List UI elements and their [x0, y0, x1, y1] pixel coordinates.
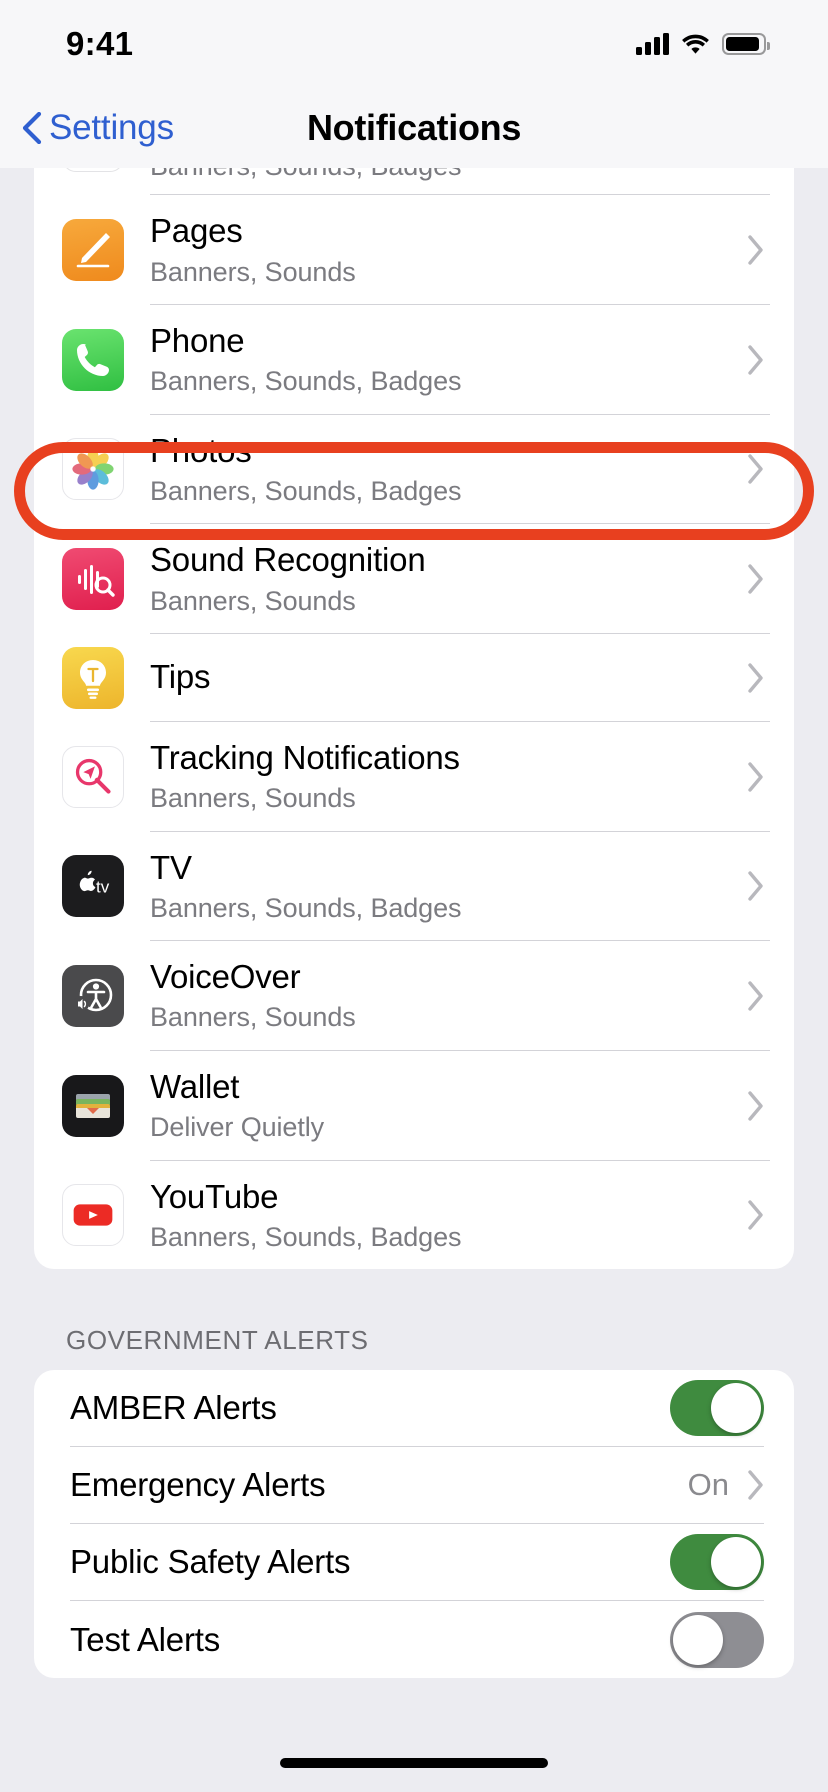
- status-bar-indicators: [636, 33, 770, 55]
- list-item-title: Pages: [150, 212, 243, 250]
- list-item-title: Tips: [150, 658, 211, 696]
- list-item-title: Tracking Notifications: [150, 738, 460, 776]
- list-item-subtitle: Banners, Sounds: [150, 585, 356, 616]
- chevron-right-icon: [748, 564, 763, 594]
- cellular-signal-icon: [636, 33, 669, 55]
- list-item-emergency-alerts[interactable]: Emergency Alerts On: [34, 1447, 794, 1525]
- voiceover-icon: [62, 965, 124, 1028]
- chevron-right-icon: [748, 235, 763, 265]
- tips-app-icon: [62, 646, 124, 709]
- list-item-subtitle: Banners, Sounds, Badges: [150, 892, 462, 923]
- tracking-notifications-icon: [62, 745, 124, 808]
- list-item-subtitle: Banners, Sounds: [150, 783, 356, 814]
- chevron-right-icon: [748, 1200, 763, 1230]
- list-item-partial[interactable]: Banners, Sounds, Badges: [34, 168, 794, 196]
- list-item-tips[interactable]: Tips: [34, 634, 794, 722]
- list-item-title: VoiceOver: [150, 958, 301, 996]
- list-item-title: Photos: [150, 431, 252, 469]
- list-item-public-safety-alerts[interactable]: Public Safety Alerts: [34, 1524, 794, 1602]
- chevron-right-icon: [748, 345, 763, 375]
- list-item-title: YouTube: [150, 1177, 279, 1215]
- list-item-subtitle: Banners, Sounds, Badges: [150, 366, 462, 397]
- list-item-photos[interactable]: Photos Banners, Sounds, Badges: [34, 415, 794, 525]
- list-item-title: TV: [150, 848, 192, 886]
- chevron-right-icon: [748, 981, 763, 1011]
- chevron-right-icon: [748, 663, 763, 693]
- list-item-label: Public Safety Alerts: [70, 1543, 351, 1581]
- list-item-subtitle: Deliver Quietly: [150, 1112, 325, 1143]
- government-alerts-header: GOVERNMENT ALERTS: [66, 1325, 369, 1356]
- wallet-app-icon: [62, 1074, 124, 1137]
- list-item-subtitle: Banners, Sounds: [150, 256, 356, 287]
- list-item-subtitle: Banners, Sounds: [150, 1002, 356, 1033]
- list-item-subtitle: Banners, Sounds, Badges: [150, 475, 462, 506]
- list-item-label: AMBER Alerts: [70, 1389, 277, 1427]
- apple-tv-app-icon: tv: [62, 855, 124, 918]
- public-safety-alerts-toggle[interactable]: [670, 1534, 764, 1591]
- status-bar-time: 9:41: [66, 25, 134, 62]
- page-title: Notifications: [306, 107, 522, 148]
- status-bar: 9:41: [0, 0, 828, 88]
- list-item-tracking-notifications[interactable]: Tracking Notifications Banners, Sounds: [34, 722, 794, 832]
- toggle-knob: [711, 1537, 761, 1588]
- app-icon-partial: [62, 168, 124, 172]
- amber-alerts-toggle[interactable]: [670, 1380, 764, 1437]
- chevron-right-icon: [748, 871, 763, 902]
- emergency-alerts-value: On: [687, 1467, 729, 1503]
- youtube-app-icon: [62, 1183, 124, 1246]
- apps-notification-list: Banners, Sounds, Badges Pages Banners, S…: [34, 168, 794, 1270]
- list-item-title: Wallet: [150, 1067, 240, 1105]
- list-item-tv[interactable]: tv TV Banners, Sounds, Badges: [34, 832, 794, 942]
- list-item-pages[interactable]: Pages Banners, Sounds: [34, 195, 794, 306]
- toggle-knob: [711, 1383, 761, 1434]
- list-item-label: Test Alerts: [70, 1620, 221, 1658]
- list-item-voiceover[interactable]: VoiceOver Banners, Sounds: [34, 941, 794, 1051]
- list-item-amber-alerts[interactable]: AMBER Alerts: [34, 1370, 794, 1448]
- list-item-wallet[interactable]: Wallet Deliver Quietly: [34, 1051, 794, 1161]
- list-item-sound-recognition[interactable]: Sound Recognition Banners, Sounds: [34, 524, 794, 634]
- battery-icon: [722, 33, 770, 55]
- home-indicator: [280, 1758, 548, 1768]
- list-item-title: Phone: [150, 322, 245, 360]
- pages-app-icon: [62, 219, 124, 282]
- settings-scroll-view[interactable]: Banners, Sounds, Badges Pages Banners, S…: [0, 168, 828, 1792]
- chevron-right-icon: [748, 1470, 763, 1500]
- wifi-icon: [682, 34, 709, 54]
- chevron-right-icon: [748, 762, 763, 792]
- list-item-subtitle: Banners, Sounds, Badges: [150, 1221, 462, 1252]
- toggle-knob: [673, 1614, 723, 1665]
- list-item-title: Sound Recognition: [150, 541, 426, 579]
- navigation-bar: Settings Notifications: [0, 88, 828, 168]
- chevron-right-icon: [748, 1090, 763, 1121]
- test-alerts-toggle[interactable]: [670, 1611, 764, 1668]
- list-item-label: Emergency Alerts: [70, 1466, 326, 1504]
- phone-app-icon: [62, 328, 124, 391]
- list-item-phone[interactable]: Phone Banners, Sounds, Badges: [34, 305, 794, 415]
- svg-text:tv: tv: [96, 878, 110, 897]
- sound-recognition-icon: [62, 548, 124, 611]
- list-item-test-alerts[interactable]: Test Alerts: [34, 1601, 794, 1678]
- photos-app-icon: [62, 438, 124, 501]
- chevron-right-icon: [748, 454, 763, 485]
- list-item-youtube[interactable]: YouTube Banners, Sounds, Badges: [34, 1161, 794, 1270]
- government-alerts-list: AMBER Alerts Emergency Alerts On Public …: [34, 1370, 794, 1679]
- list-item-subtitle: Banners, Sounds, Badges: [150, 168, 770, 182]
